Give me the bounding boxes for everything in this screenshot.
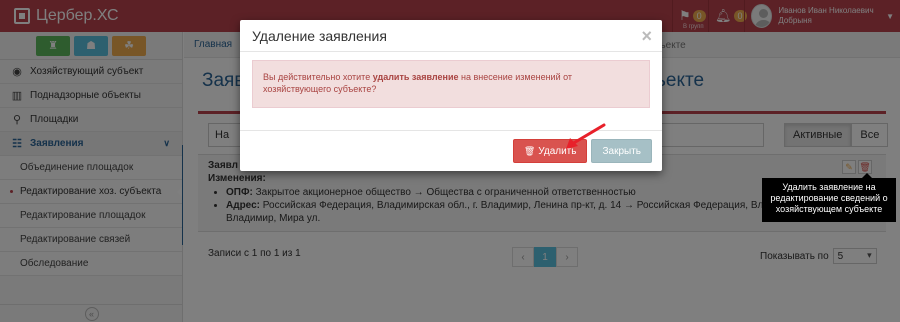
close-icon[interactable]: ×	[641, 26, 652, 47]
annotation-arrow-icon	[566, 123, 606, 149]
alert-text-bold: удалить заявление	[372, 72, 459, 82]
confirm-alert: Вы действительно хотите удалить заявлени…	[252, 60, 650, 108]
delete-tooltip: Удалить заявление на редактирование свед…	[762, 173, 896, 222]
alert-text-prefix: Вы действительно хотите	[263, 72, 373, 82]
modal-title: Удаление заявления	[252, 27, 387, 44]
modal-header: Удаление заявления ×	[240, 20, 662, 52]
trash-icon: 🗑︎	[523, 145, 536, 156]
